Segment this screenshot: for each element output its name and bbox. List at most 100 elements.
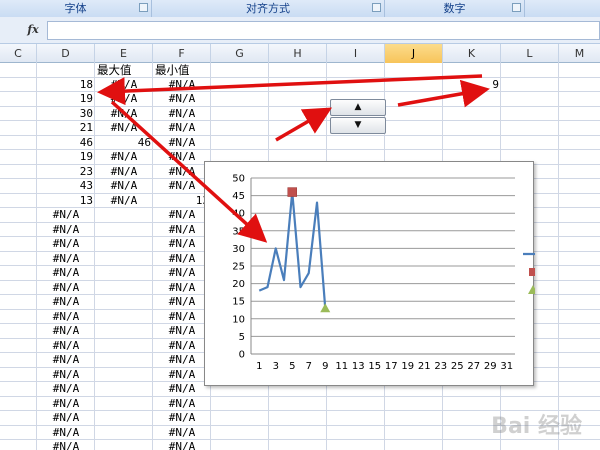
spinner-down-button[interactable]: ▼	[330, 117, 386, 134]
cell-f-value[interactable]: #N/A	[153, 179, 211, 193]
column-header-c[interactable]: C	[0, 44, 37, 63]
dialog-launcher-icon[interactable]	[512, 3, 521, 12]
column-header-e[interactable]: E	[95, 44, 153, 63]
cell-d-value[interactable]: #N/A	[37, 324, 95, 338]
column-header-d[interactable]: D	[37, 44, 95, 63]
cell-d-value[interactable]: #N/A	[37, 382, 95, 396]
cell-f-value[interactable]: #N/A	[153, 281, 211, 295]
cell-d-value[interactable]: #N/A	[37, 426, 95, 440]
cell-d-value[interactable]: 19	[37, 150, 93, 164]
cell-f-value[interactable]: #N/A	[153, 310, 211, 324]
legend-triangle-swatch	[528, 285, 535, 294]
cell-e-value[interactable]: #N/A	[95, 165, 153, 179]
cell-d-value[interactable]: #N/A	[37, 368, 95, 382]
cell-e-value[interactable]: #N/A	[95, 179, 153, 193]
cell-e-value[interactable]: #N/A	[95, 194, 153, 208]
cell-f-value[interactable]: #N/A	[153, 165, 211, 179]
header-min[interactable]: 最小值	[155, 63, 211, 77]
column-header-k[interactable]: K	[443, 44, 501, 63]
cell-f-value[interactable]: #N/A	[153, 324, 211, 338]
cell-f-value[interactable]: #N/A	[153, 150, 211, 164]
x-tick-label: 17	[385, 361, 398, 372]
cell-d-value[interactable]: 43	[37, 179, 93, 193]
cell-d-value[interactable]: #N/A	[37, 252, 95, 266]
cell-d-value[interactable]: 23	[37, 165, 93, 179]
x-tick-label: 23	[434, 361, 447, 372]
y-tick-label: 10	[232, 314, 245, 325]
cell-f-value[interactable]: #N/A	[153, 295, 211, 309]
cell-d-value[interactable]: #N/A	[37, 223, 95, 237]
cell-d-value[interactable]: #N/A	[37, 208, 95, 222]
cell-d-value[interactable]: 46	[37, 136, 93, 150]
x-tick-label: 3	[273, 361, 279, 372]
cell-f-value[interactable]: #N/A	[153, 78, 211, 92]
ribbon-group-next[interactable]	[525, 0, 600, 17]
line-chart[interactable]: 0 5 10 15 20 25 30 35 40 45 50 1 3 5 7 9 11 13 15 17 19 21 23 2…	[204, 161, 535, 386]
column-header-g[interactable]: G	[211, 44, 269, 63]
cell-f-value[interactable]: #N/A	[153, 92, 211, 106]
formula-bar: fx	[0, 17, 600, 44]
dialog-launcher-icon[interactable]	[372, 3, 381, 12]
cell-d-value[interactable]: 21	[37, 121, 93, 135]
header-max[interactable]: 最大值	[97, 63, 153, 77]
cell-f-value[interactable]: #N/A	[153, 121, 211, 135]
cell-f-value[interactable]: #N/A	[153, 440, 211, 450]
cell-d-value[interactable]: 30	[37, 107, 93, 121]
cell-d-value[interactable]: #N/A	[37, 237, 95, 251]
cell-f-value[interactable]: #N/A	[153, 208, 211, 222]
insert-function-icon[interactable]: fx	[22, 21, 44, 39]
cell-d-value[interactable]: 19	[37, 92, 93, 106]
spinner-up-button[interactable]: ▲	[330, 99, 386, 116]
ribbon-group-font[interactable]: 字体	[0, 0, 152, 17]
cell-f-value[interactable]: #N/A	[153, 397, 211, 411]
chart-plot: 051015202530354045501 3 5 7 9 11 13 15 17 19 21 23 2…	[232, 174, 535, 372]
cell-d-value[interactable]: #N/A	[37, 353, 95, 367]
cell-f-value[interactable]: #N/A	[153, 426, 211, 440]
cell-f-value[interactable]: #N/A	[153, 266, 211, 280]
cell-d-value[interactable]: #N/A	[37, 411, 95, 425]
cell-d-value[interactable]: #N/A	[37, 266, 95, 280]
max-marker	[287, 187, 297, 197]
column-header-l[interactable]: L	[501, 44, 559, 63]
cell-e-value[interactable]: #N/A	[95, 92, 153, 106]
cell-d-value[interactable]: 13	[37, 194, 93, 208]
x-tick-label: 31	[500, 361, 513, 372]
cell-f-value[interactable]: #N/A	[153, 237, 211, 251]
dialog-launcher-icon[interactable]	[139, 3, 148, 12]
cell-f-value[interactable]: #N/A	[153, 223, 211, 237]
column-header-i[interactable]: I	[327, 44, 385, 63]
formula-input[interactable]	[47, 21, 600, 40]
cell-d-value[interactable]: #N/A	[37, 281, 95, 295]
column-header-j[interactable]: J	[385, 44, 443, 63]
column-header-m[interactable]: M	[559, 44, 600, 63]
cell-d-value[interactable]: #N/A	[37, 295, 95, 309]
column-header-h[interactable]: H	[269, 44, 327, 63]
cell-f-value[interactable]: #N/A	[153, 411, 211, 425]
cell-f-value[interactable]: #N/A	[153, 368, 211, 382]
y-tick-label: 5	[239, 332, 245, 343]
cell-f-value[interactable]: #N/A	[153, 353, 211, 367]
column-header-f[interactable]: F	[153, 44, 211, 63]
cell-f-value[interactable]: #N/A	[153, 339, 211, 353]
cell-f-value[interactable]: #N/A	[153, 107, 211, 121]
cell-d-value[interactable]: #N/A	[37, 339, 95, 353]
ribbon-group-number[interactable]: 数字	[385, 0, 525, 17]
cell-f-value[interactable]: #N/A	[153, 382, 211, 396]
y-tick-label: 45	[232, 191, 245, 202]
cell-e-value[interactable]: #N/A	[95, 107, 153, 121]
column-headers: C D E F G H I J K L M	[0, 44, 600, 63]
cell-d-value[interactable]: 18	[37, 78, 93, 92]
cell-e-value[interactable]: #N/A	[95, 150, 153, 164]
cell-f-value[interactable]: #N/A	[153, 136, 211, 150]
cell-f-value[interactable]: #N/A	[153, 252, 211, 266]
cell-k-value[interactable]: 9	[443, 78, 499, 92]
cell-e-value[interactable]: #N/A	[95, 78, 153, 92]
cell-e-value[interactable]: #N/A	[95, 121, 153, 135]
cell-d-value[interactable]: #N/A	[37, 310, 95, 324]
cell-d-value[interactable]: #N/A	[37, 397, 95, 411]
ribbon-group-number-label: 数字	[443, 2, 466, 15]
ribbon-group-alignment[interactable]: 对齐方式	[152, 0, 385, 17]
cell-f-value[interactable]: 13	[153, 194, 209, 208]
cell-d-value[interactable]: #N/A	[37, 440, 95, 450]
cell-e-value[interactable]: 46	[95, 136, 151, 150]
